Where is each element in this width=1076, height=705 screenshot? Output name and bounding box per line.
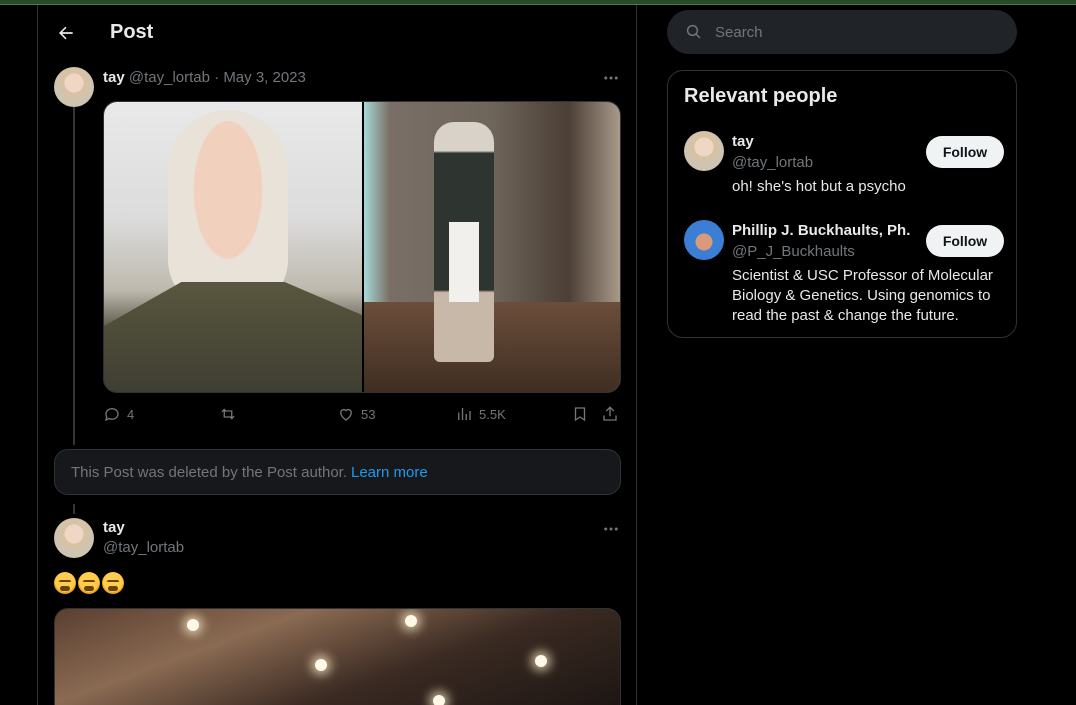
person-row[interactable]: tay @tay_lortab oh! she's hot but a psyc…: [684, 131, 1004, 201]
steam-from-nose-emoji-icon: [78, 572, 100, 594]
tweet-meta: tay @tay_lortab · May 3, 2023: [103, 69, 306, 86]
post-header: Post: [38, 13, 636, 53]
card-title: Relevant people: [684, 85, 838, 107]
back-button[interactable]: [52, 19, 80, 47]
ceiling-light: [405, 615, 417, 627]
reply-count: 4: [127, 406, 135, 422]
post-date[interactable]: May 3, 2023: [223, 69, 306, 86]
person-name[interactable]: Phillip J. Buckhaults, Ph.D: [732, 222, 910, 239]
ceiling-light: [535, 655, 547, 667]
author-name[interactable]: tay: [103, 69, 125, 86]
person-bio: Scientist & USC Professor of Molecular B…: [732, 267, 993, 324]
more-icon: [604, 527, 618, 531]
repost-icon: [221, 408, 235, 420]
author-handle[interactable]: @tay_lortab: [129, 69, 210, 86]
arrow-left-icon: [59, 26, 73, 40]
ceiling-light: [187, 619, 199, 631]
thread-line: [73, 504, 75, 514]
bookmark-button[interactable]: [571, 405, 589, 423]
ceiling-light: [433, 695, 445, 705]
views-button[interactable]: 5.5K: [455, 405, 506, 423]
page-title: Post: [110, 21, 154, 43]
post-actions: 4 53 5.5K: [103, 405, 623, 427]
more-icon: [604, 76, 618, 80]
person-handle[interactable]: @tay_lortab: [732, 154, 813, 171]
views-icon: [458, 408, 471, 420]
photo-selfie[interactable]: [104, 102, 362, 392]
post-media-grid[interactable]: [103, 101, 621, 393]
share-icon: [603, 406, 617, 421]
photo-gown: [104, 282, 362, 392]
steam-from-nose-emoji-icon: [102, 572, 124, 594]
avatar[interactable]: [54, 518, 94, 558]
avatar[interactable]: [684, 220, 724, 260]
steam-from-nose-emoji-icon: [54, 572, 76, 594]
share-button[interactable]: [601, 405, 619, 423]
photo-mirror[interactable]: [364, 102, 620, 392]
relevant-people-card: Relevant people tay @tay_lortab oh! she'…: [667, 70, 1017, 338]
reply-icon: [104, 408, 119, 422]
repost-button[interactable]: [219, 405, 237, 423]
author-handle[interactable]: @tay_lortab: [103, 539, 184, 556]
follow-button[interactable]: Follow: [926, 225, 1004, 257]
deleted-notice-text: This Post was deleted by the Post author…: [71, 463, 347, 481]
more-options-button[interactable]: [599, 520, 623, 540]
ceiling-light: [315, 659, 327, 671]
post-text-emojis: [54, 572, 124, 594]
search-input[interactable]: [715, 23, 995, 41]
view-count: 5.5K: [479, 406, 506, 422]
deleted-post-notice: This Post was deleted by the Post author…: [54, 449, 621, 495]
search-bar[interactable]: [667, 10, 1017, 54]
person-name[interactable]: tay: [732, 133, 754, 150]
person-handle[interactable]: @P_J_Buckhaults: [732, 243, 855, 260]
main-column: Post tay @tay_lortab · May 3, 2023 4 53 …: [37, 5, 637, 705]
meta-separator: ·: [214, 69, 220, 86]
photo-subject: [168, 110, 288, 310]
person-row[interactable]: Phillip J. Buckhaults, Ph.D @P_J_Buckhau…: [684, 220, 1004, 330]
person-bio: oh! she's hot but a psycho: [732, 178, 906, 195]
thread-line: [73, 105, 75, 445]
photo-dress: [449, 222, 479, 302]
like-button[interactable]: 53: [337, 405, 375, 423]
heart-icon: [340, 408, 352, 421]
search-icon: [686, 24, 701, 39]
reply-button[interactable]: 4: [103, 405, 134, 423]
avatar[interactable]: [54, 67, 94, 107]
post-media-photo[interactable]: [54, 608, 621, 705]
like-count: 53: [361, 406, 376, 422]
learn-more-link[interactable]: Learn more: [351, 464, 428, 481]
avatar[interactable]: [684, 131, 724, 171]
bookmark-icon: [574, 407, 586, 422]
follow-button[interactable]: Follow: [926, 136, 1004, 168]
author-name[interactable]: tay: [103, 519, 125, 536]
more-options-button[interactable]: [599, 69, 623, 89]
